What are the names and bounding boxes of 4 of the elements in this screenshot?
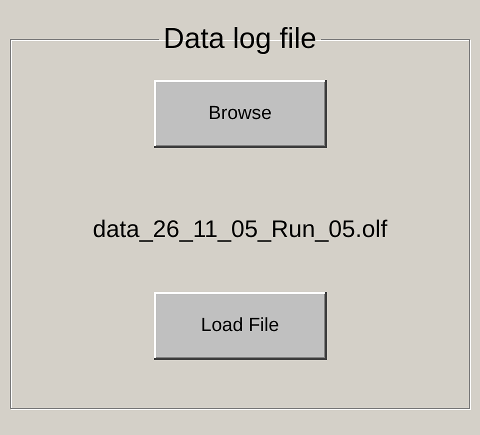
browse-button[interactable]: Browse (154, 80, 326, 148)
file-name: data_26_11_05_Run_05.olf (92, 216, 388, 244)
group-title: Data log file (162, 24, 318, 54)
load-file-button[interactable]: Load File (154, 292, 326, 360)
